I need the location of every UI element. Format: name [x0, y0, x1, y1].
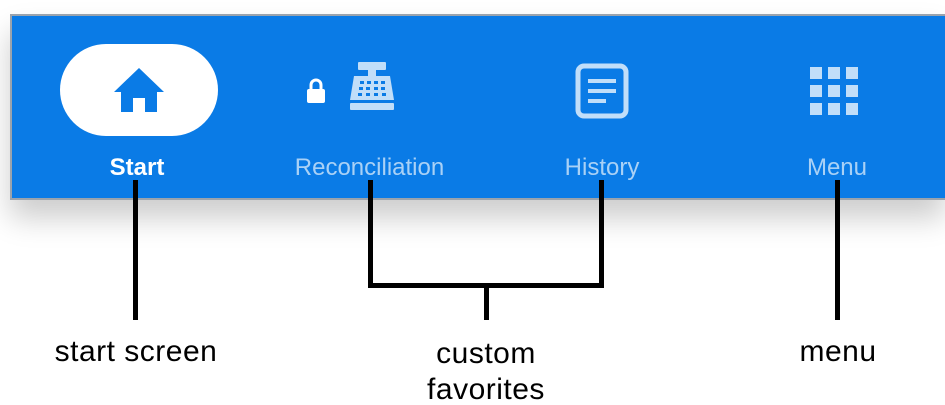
callout-line-start: [133, 180, 138, 320]
nav-label-menu: Menu: [806, 154, 868, 181]
home-icon: [114, 68, 164, 112]
nav-item-history[interactable]: History: [477, 16, 727, 202]
callout-line-reconciliation: [368, 180, 373, 288]
grid-menu-icon: [810, 67, 858, 115]
callout-label-custom: custom: [436, 337, 536, 370]
callout-line-history: [599, 180, 604, 288]
lock-icon: [307, 78, 325, 103]
callout-label-menu: menu: [799, 335, 877, 368]
nav-label-reconciliation: Reconciliation: [294, 154, 445, 181]
bottom-navigation-bar: Start Reconciliation History Menu: [10, 14, 945, 200]
callout-line-menu: [835, 180, 840, 320]
nav-item-start[interactable]: Start: [12, 16, 262, 202]
nav-label-history: History: [564, 154, 640, 181]
active-indicator-pill: [60, 44, 218, 136]
nav-item-reconciliation[interactable]: Reconciliation: [262, 16, 477, 202]
annotated-navbar-figure: Start Reconciliation History Menu start …: [0, 0, 945, 405]
nav-item-menu[interactable]: Menu: [727, 16, 945, 202]
callout-label-start-screen: start screen: [54, 335, 218, 368]
cash-register-icon: [350, 62, 394, 110]
callout-label-favorites: favorites: [427, 373, 545, 405]
callout-label-custom-favorites: custom favorites: [386, 336, 586, 405]
callout-stem-favorites: [484, 283, 489, 320]
nav-label-start: Start: [109, 154, 165, 181]
history-icon: [575, 63, 629, 119]
